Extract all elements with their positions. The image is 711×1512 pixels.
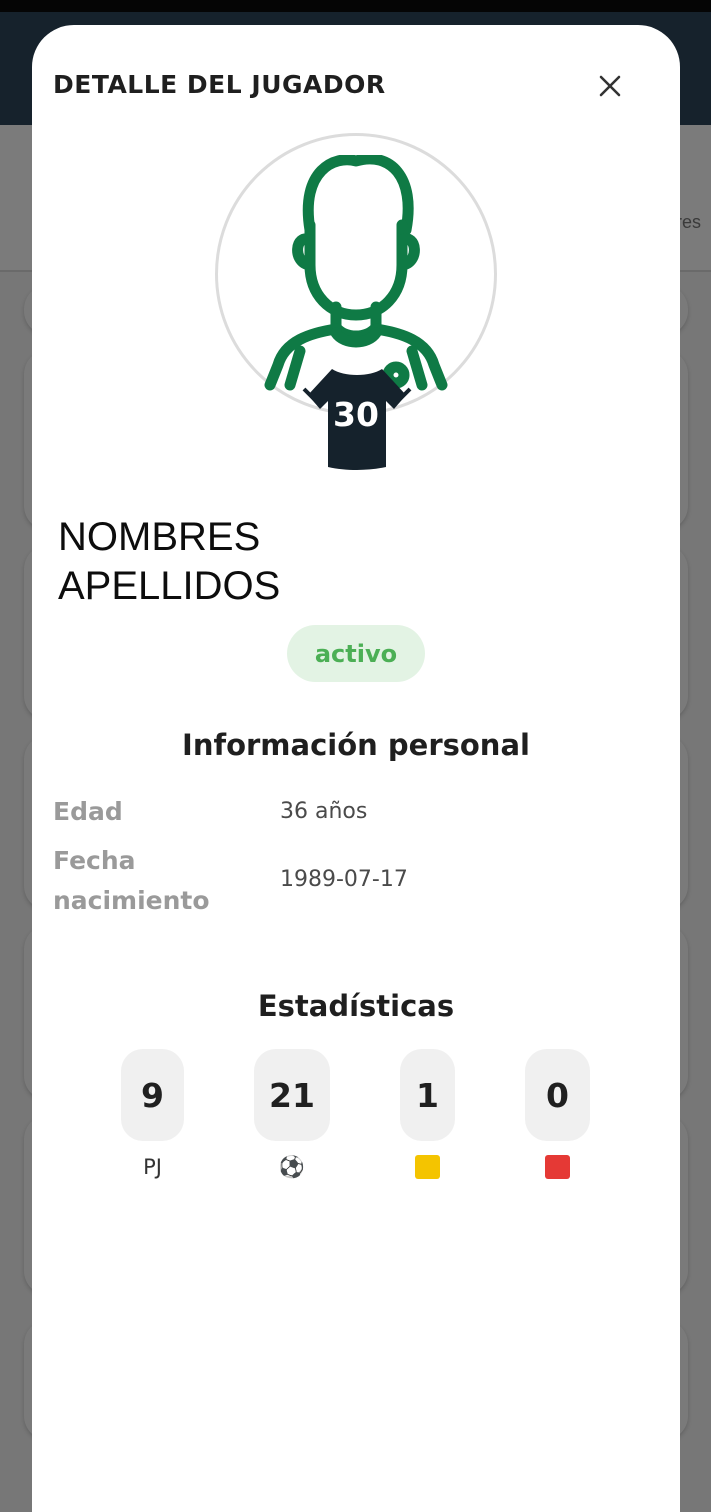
personal-info-title: Información personal xyxy=(182,728,530,762)
birth-date-label-line1: Fecha xyxy=(53,846,136,875)
player-last-name: APELLIDOS xyxy=(58,564,281,608)
soccer-ball-icon: ⚽ xyxy=(278,1155,306,1179)
stat-games-played: 9 xyxy=(121,1049,184,1141)
player-avatar-icon xyxy=(264,155,448,391)
player-first-name: NOMBRES xyxy=(58,515,261,559)
close-icon xyxy=(599,75,621,97)
age-label: Edad xyxy=(53,797,123,826)
stat-red-cards: 0 xyxy=(525,1049,590,1141)
stats-title: Estadísticas xyxy=(257,989,455,1023)
close-button[interactable] xyxy=(594,70,626,102)
status-bar xyxy=(0,0,711,12)
birth-date-label: Fecha nacimiento xyxy=(53,841,210,921)
status-badge: activo xyxy=(287,625,425,682)
stat-yellow-cards: 1 xyxy=(400,1049,455,1141)
modal-title: DETALLE DEL JUGADOR xyxy=(53,70,386,99)
player-detail-modal: DETALLE DEL JUGADOR 30 NOMBRES APELLIDOS… xyxy=(32,25,680,1512)
birth-date-value: 1989-07-17 xyxy=(280,867,408,892)
player-name: NOMBRES APELLIDOS xyxy=(58,513,280,611)
age-value: 36 años xyxy=(280,799,368,824)
red-card-icon xyxy=(525,1155,590,1184)
stat-goals: 21 xyxy=(254,1049,330,1141)
jersey-number: 30 xyxy=(333,395,379,434)
stat-games-played-label: PJ xyxy=(143,1155,162,1179)
yellow-card-icon xyxy=(400,1155,455,1184)
birth-date-label-line2: nacimiento xyxy=(53,886,210,915)
